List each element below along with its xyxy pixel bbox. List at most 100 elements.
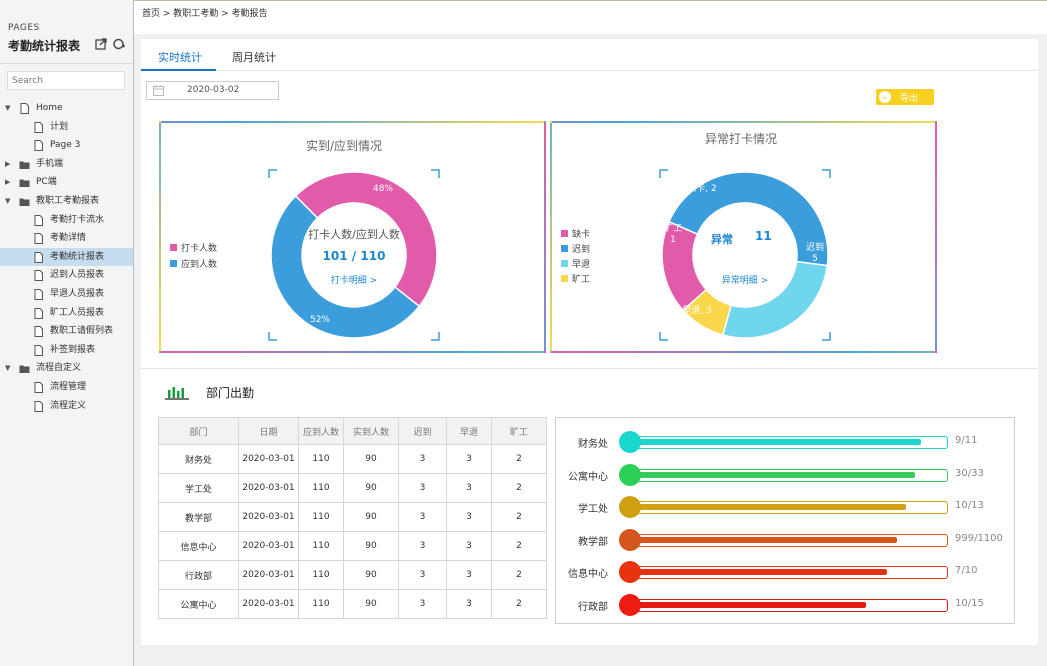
page-icon bbox=[34, 121, 43, 133]
sidebar-item[interactable]: 计划 bbox=[0, 118, 133, 137]
sidebar-item-label: 早退人员报表 bbox=[50, 288, 105, 299]
sidebar-item[interactable]: 考勤统计报表 bbox=[0, 247, 133, 267]
folder-icon bbox=[19, 161, 30, 169]
abnormal-center-label: 异常 bbox=[711, 233, 733, 246]
progress-knob bbox=[619, 593, 641, 616]
sidebar-item[interactable]: ▼ 教职工考勤报表 bbox=[0, 192, 133, 211]
tab-realtime[interactable]: 实时统计 bbox=[158, 49, 202, 65]
caret-down-icon[interactable]: ▼ bbox=[5, 359, 10, 378]
page-icon bbox=[34, 307, 43, 319]
date-picker[interactable]: 2020-03-02 bbox=[146, 81, 279, 100]
department-name: 公寓中心 bbox=[568, 471, 608, 483]
sidebar-item[interactable]: ▼ 流程自定义 bbox=[0, 359, 133, 378]
sidebar-item[interactable]: 早退人员报表 bbox=[0, 285, 133, 304]
column-header: 早退 bbox=[446, 417, 492, 445]
abnormal-detail-link[interactable]: 异常明细 > bbox=[659, 273, 831, 286]
table-cell: 2 bbox=[491, 531, 547, 561]
legend-swatch bbox=[561, 230, 568, 237]
bar-chart-icon bbox=[165, 387, 189, 400]
attendance-detail-link[interactable]: 打卡明细 > bbox=[268, 273, 440, 286]
abnormal-center-value: 11 bbox=[755, 229, 772, 243]
sidebar-item[interactable]: 流程管理 bbox=[0, 378, 133, 397]
sidebar-item[interactable]: ▶ PC端 bbox=[0, 173, 133, 192]
sidebar-item[interactable]: 补签到报表 bbox=[0, 341, 133, 360]
sidebar-item[interactable]: 考勤详情 bbox=[0, 229, 133, 248]
sidebar-item[interactable]: ▼ Home bbox=[0, 99, 133, 118]
progress-fill bbox=[633, 439, 922, 445]
caret-right-icon[interactable]: ▶ bbox=[5, 155, 10, 174]
legend-swatch bbox=[561, 275, 568, 282]
table-cell: 110 bbox=[298, 444, 344, 474]
progress-fill bbox=[633, 471, 916, 478]
sidebar: PAGES 考勤统计报表 ▼ Home 计划 Page 3 ▶ 手机端 ▶ PC端 ▼ 教职工考勤… bbox=[0, 0, 134, 666]
attendance-center-value: 101 / 110 bbox=[322, 249, 386, 263]
page-tree: ▼ Home 计划 Page 3 ▶ 手机端 ▶ PC端 ▼ 教职工考勤报表 考勤打卡流水 考勤详情考… bbox=[0, 99, 133, 415]
add-page-icon[interactable] bbox=[113, 38, 125, 50]
attendance-center-title: 打卡人数/应到人数 bbox=[308, 228, 400, 241]
top-bar bbox=[134, 0, 1047, 34]
table-cell: 110 bbox=[298, 502, 344, 532]
abnormal-card-title: 异常打卡情况 bbox=[705, 132, 778, 146]
progress-fill bbox=[633, 569, 888, 575]
progress-row: 教学部 999/1100 bbox=[556, 528, 1016, 552]
column-header: 迟到 bbox=[398, 417, 447, 445]
sidebar-item[interactable]: Page 3 bbox=[0, 136, 133, 155]
progress-track bbox=[630, 566, 948, 579]
table-cell: 2020-03-01 bbox=[238, 560, 299, 590]
table-cell: 2020-03-01 bbox=[238, 502, 299, 532]
table-row: 行政部 2020-03-01 110 90 3 3 2 bbox=[158, 560, 547, 590]
legend-swatch bbox=[170, 244, 177, 251]
table-cell: 3 bbox=[446, 444, 492, 474]
page-icon bbox=[34, 214, 43, 226]
sidebar-item-label: 考勤统计报表 bbox=[50, 251, 105, 262]
legend-item: 应到人数 bbox=[170, 257, 217, 270]
sidebar-item[interactable]: 迟到人员报表 bbox=[0, 266, 133, 285]
progress-track bbox=[630, 468, 948, 482]
table-cell: 3 bbox=[398, 444, 447, 474]
sidebar-item[interactable]: 流程定义 bbox=[0, 397, 133, 416]
caret-down-icon[interactable]: ▼ bbox=[5, 192, 10, 211]
progress-row: 财务处 9/11 bbox=[556, 431, 1016, 454]
section-divider bbox=[141, 368, 1038, 369]
department-section-title: 部门出勤 bbox=[206, 386, 255, 400]
export-page-icon[interactable] bbox=[95, 38, 107, 50]
sidebar-item[interactable]: 教职工请假列表 bbox=[0, 322, 133, 341]
progress-track bbox=[630, 501, 948, 514]
legend-swatch bbox=[170, 260, 177, 267]
sidebar-item[interactable]: ▶ 手机端 bbox=[0, 155, 133, 174]
legend-label: 缺卡 bbox=[572, 230, 591, 240]
column-header: 应到人数 bbox=[298, 417, 344, 445]
table-cell: 信息中心 bbox=[158, 531, 239, 561]
legend-swatch bbox=[561, 245, 568, 252]
table-cell: 2 bbox=[491, 444, 547, 474]
caret-down-icon[interactable]: ▼ bbox=[5, 99, 10, 118]
legend-label: 应到人数 bbox=[181, 260, 218, 270]
table-cell: 110 bbox=[298, 473, 344, 503]
export-button[interactable]: ⌄ 导出 bbox=[876, 89, 934, 105]
tab-weekly-monthly[interactable]: 周月统计 bbox=[232, 49, 276, 65]
sidebar-item-label: 流程定义 bbox=[50, 400, 87, 411]
table-cell: 90 bbox=[343, 473, 399, 503]
department-progress-panel: 财务处 9/11 公寓中心 30/33 学工处 10/13 教学部 999/1100 信息中心 7… bbox=[555, 417, 1015, 624]
table-cell: 3 bbox=[398, 560, 447, 590]
sidebar-item[interactable]: 考勤打卡流水 bbox=[0, 211, 133, 230]
sidebar-item-label: 旷工人员报表 bbox=[50, 307, 105, 318]
attendance-ratio: 9/11 bbox=[955, 435, 978, 446]
attendance-ratio: 30/33 bbox=[955, 467, 984, 479]
table-cell: 90 bbox=[343, 560, 399, 590]
progress-knob bbox=[619, 528, 641, 551]
table-cell: 2 bbox=[491, 502, 547, 532]
search-input[interactable] bbox=[7, 71, 125, 90]
table-cell: 90 bbox=[343, 444, 399, 474]
legend-label: 旷工 bbox=[572, 275, 591, 285]
sidebar-item-label: 流程自定义 bbox=[36, 363, 82, 374]
table-cell: 110 bbox=[298, 560, 344, 590]
column-header: 实到人数 bbox=[343, 417, 399, 445]
page-icon bbox=[34, 381, 43, 393]
sidebar-item-label: 教职工请假列表 bbox=[50, 326, 114, 337]
legend-swatch bbox=[561, 260, 568, 267]
breadcrumb: 首页 > 教职工考勤 > 考勤报告 bbox=[142, 9, 268, 19]
download-icon: ⌄ bbox=[879, 91, 891, 103]
caret-right-icon[interactable]: ▶ bbox=[5, 173, 10, 192]
sidebar-item[interactable]: 旷工人员报表 bbox=[0, 304, 133, 323]
